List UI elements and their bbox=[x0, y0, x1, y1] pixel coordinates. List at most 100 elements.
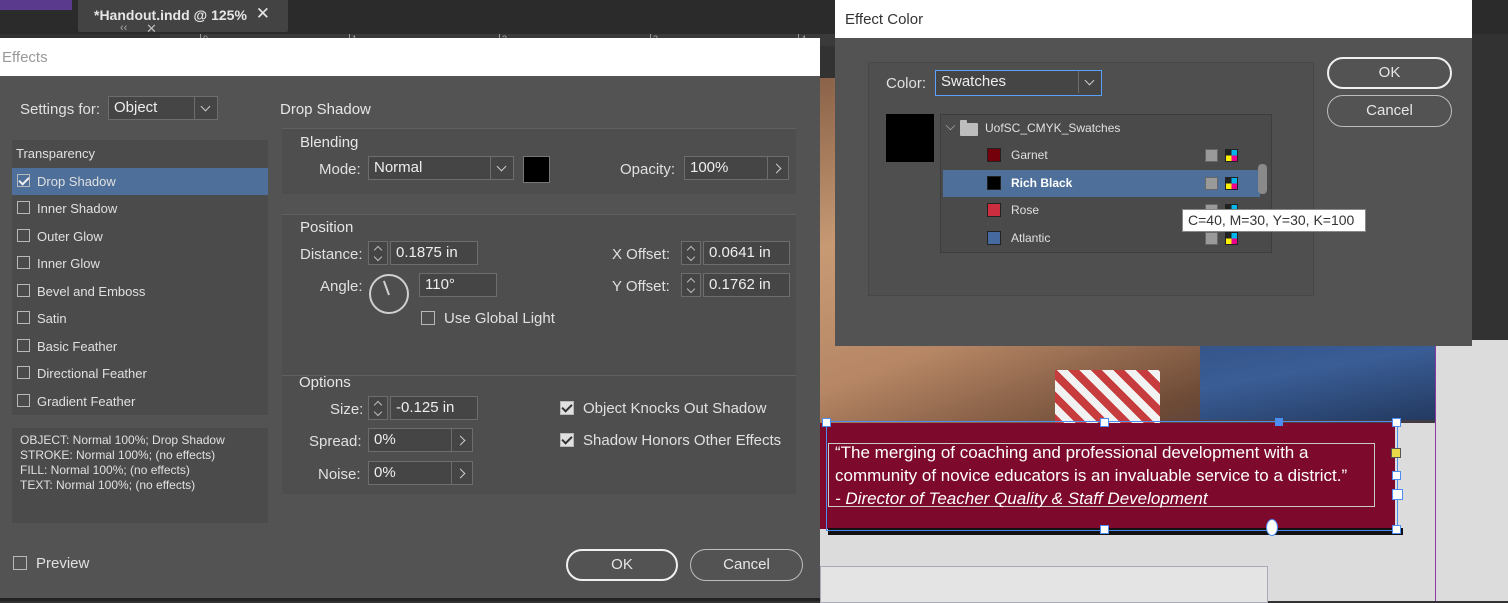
angle-label: Angle: bbox=[320, 278, 363, 295]
knockout-label: Object Knocks Out Shadow bbox=[583, 400, 767, 417]
effect-color-title-bar[interactable]: Effect Color bbox=[835, 0, 1472, 38]
effects-title-bar[interactable]: Effects bbox=[0, 38, 820, 76]
collapse-panel-icon[interactable]: ‹‹ bbox=[120, 22, 127, 34]
effect-checkbox[interactable] bbox=[17, 228, 30, 242]
selection-handle[interactable] bbox=[822, 418, 831, 427]
effects-ok-button[interactable]: OK bbox=[566, 549, 678, 581]
effect-checkbox[interactable] bbox=[17, 256, 30, 269]
effect-checkbox[interactable] bbox=[17, 366, 30, 379]
effect-item-transparency[interactable]: Transparency bbox=[12, 140, 268, 167]
spread-field[interactable]: 0% bbox=[368, 428, 452, 452]
distance-field[interactable]: 0.1875 in bbox=[390, 241, 478, 265]
page-lower-frame[interactable] bbox=[820, 566, 1268, 603]
selection-handle[interactable] bbox=[1100, 418, 1109, 427]
x-offset-spinner[interactable] bbox=[681, 241, 701, 265]
effects-cancel-button[interactable]: Cancel bbox=[690, 549, 803, 581]
effect-checkbox[interactable] bbox=[17, 283, 30, 297]
swatch-list: UofSC_CMYK_Swatches Garnet Rich Black Rose… bbox=[940, 114, 1272, 253]
y-offset-spinner[interactable] bbox=[681, 273, 701, 297]
content-grabber-icon[interactable] bbox=[1266, 519, 1278, 536]
spread-stepper[interactable] bbox=[451, 428, 473, 452]
effect-checkbox[interactable] bbox=[17, 338, 30, 352]
effects-dialog: Effects Settings for: Object Transparenc… bbox=[0, 38, 820, 598]
scrollbar-thumb[interactable] bbox=[1258, 164, 1267, 194]
knockout-checkbox[interactable] bbox=[560, 401, 574, 415]
opacity-field[interactable]: 100% bbox=[684, 156, 768, 180]
effect-checkbox[interactable] bbox=[17, 201, 30, 214]
honors-effects-checkbox[interactable] bbox=[560, 433, 574, 447]
swatch-row-rich-black[interactable]: Rich Black bbox=[943, 169, 1260, 197]
effect-color-ok-button[interactable]: OK bbox=[1327, 57, 1452, 89]
position-header: Position bbox=[300, 219, 354, 236]
chevron-down-icon[interactable] bbox=[945, 120, 956, 131]
effect-item-label: Inner Glow bbox=[37, 256, 100, 271]
effect-checkbox[interactable] bbox=[17, 311, 30, 324]
effect-item-directional-feather[interactable]: Directional Feather bbox=[12, 360, 268, 387]
honors-effects-label: Shadow Honors Other Effects bbox=[583, 432, 782, 449]
distance-spinner[interactable] bbox=[368, 241, 388, 265]
size-spinner[interactable] bbox=[368, 396, 388, 420]
effect-item-label: Basic Feather bbox=[37, 338, 118, 354]
effect-item-basic-feather[interactable]: Basic Feather bbox=[12, 333, 268, 360]
use-global-light-checkbox[interactable] bbox=[421, 311, 435, 325]
app-accent-strip bbox=[0, 0, 72, 10]
selection-handle[interactable] bbox=[1392, 525, 1401, 534]
opacity-stepper[interactable] bbox=[767, 156, 789, 180]
settings-for-label: Settings for: bbox=[20, 101, 101, 118]
preview-checkbox[interactable] bbox=[13, 556, 27, 570]
color-value: Swatches bbox=[941, 73, 1007, 90]
noise-field[interactable]: 0% bbox=[368, 461, 452, 485]
close-panel-icon[interactable]: ✕ bbox=[146, 21, 157, 37]
settings-for-dropdown[interactable]: Object bbox=[108, 96, 218, 120]
effect-color-cancel-button[interactable]: Cancel bbox=[1327, 95, 1452, 127]
effect-item-drop-shadow[interactable]: Drop Shadow bbox=[12, 167, 268, 195]
effects-summary: OBJECT: Normal 100%; Drop Shadow STROKE:… bbox=[12, 428, 268, 523]
effect-item-label: Satin bbox=[37, 311, 67, 326]
x-offset-field[interactable]: 0.0641 in bbox=[703, 241, 790, 265]
close-tab-icon[interactable]: ✕ bbox=[256, 4, 270, 24]
corner-option-handle[interactable] bbox=[1391, 448, 1401, 458]
effect-item-satin[interactable]: Satin bbox=[12, 305, 268, 332]
cmyk-mode-icon bbox=[1225, 149, 1238, 162]
effect-item-outer-glow[interactable]: Outer Glow bbox=[12, 223, 268, 250]
swatch-row-garnet[interactable]: Garnet bbox=[943, 142, 1260, 169]
summary-line: FILL: Normal 100%; (no effects) bbox=[20, 463, 190, 477]
effect-item-bevel-and-emboss[interactable]: Bevel and Emboss bbox=[12, 278, 268, 305]
angle-dial[interactable] bbox=[369, 274, 409, 314]
swatch-name: Garnet bbox=[1011, 148, 1048, 162]
effect-item-label: Directional Feather bbox=[37, 366, 147, 381]
summary-line: OBJECT: Normal 100%; Drop Shadow bbox=[20, 433, 225, 447]
opacity-label: Opacity: bbox=[620, 161, 676, 178]
effect-checkbox[interactable] bbox=[17, 393, 30, 407]
mode-dropdown[interactable]: Normal bbox=[368, 156, 514, 180]
effect-item-inner-glow[interactable]: Inner Glow bbox=[12, 250, 268, 277]
swatch-name: Rich Black bbox=[1011, 175, 1073, 190]
color-dropdown[interactable]: Swatches bbox=[935, 70, 1102, 96]
y-offset-field[interactable]: 0.1762 in bbox=[703, 273, 790, 297]
selection-handle[interactable] bbox=[1392, 471, 1401, 480]
angle-field[interactable]: 110° bbox=[419, 273, 497, 297]
process-color-icon bbox=[1205, 231, 1218, 245]
content-grabber-handle[interactable] bbox=[1275, 418, 1283, 426]
swatch-tooltip: C=40, M=30, Y=30, K=100 bbox=[1182, 209, 1366, 232]
selection-handle[interactable] bbox=[1392, 489, 1403, 500]
x-offset-label: X Offset: bbox=[612, 246, 671, 263]
blending-header: Blending bbox=[300, 134, 359, 151]
document-tab[interactable]: *Handout.indd @ 125% ✕ bbox=[78, 0, 288, 32]
process-color-icon bbox=[1205, 176, 1218, 190]
size-label: Size: bbox=[330, 401, 364, 418]
effect-item-inner-shadow[interactable]: Inner Shadow bbox=[12, 195, 268, 222]
cmyk-mode-icon bbox=[1225, 231, 1238, 245]
effect-item-label: Outer Glow bbox=[37, 228, 103, 244]
document-tab-title: *Handout.indd @ 125% bbox=[94, 7, 247, 23]
effect-item-gradient-feather[interactable]: Gradient Feather bbox=[12, 388, 268, 415]
selection-handle[interactable] bbox=[1100, 525, 1109, 534]
selection-handle[interactable] bbox=[1392, 418, 1401, 427]
effect-item-label: Drop Shadow bbox=[37, 173, 116, 189]
shadow-color-swatch[interactable] bbox=[523, 156, 550, 183]
size-field[interactable]: -0.125 in bbox=[390, 396, 478, 420]
effect-checkbox[interactable] bbox=[17, 173, 30, 187]
swatch-chip bbox=[987, 230, 1001, 245]
noise-stepper[interactable] bbox=[451, 461, 473, 485]
page-photo-stripes bbox=[1055, 370, 1160, 425]
